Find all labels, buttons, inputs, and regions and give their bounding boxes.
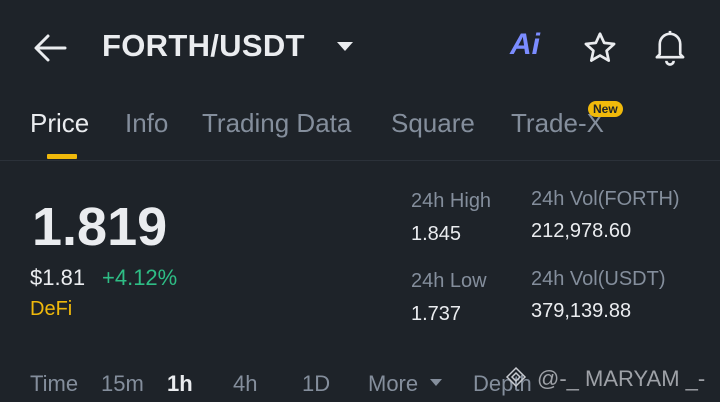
binance-logo-icon [505,366,527,388]
vol-base-label: 24h Vol(FORTH) [531,188,680,210]
dropdown-caret-icon[interactable] [337,42,353,51]
usd-price: $1.81 [30,265,86,290]
category-tag[interactable]: DeFi [30,298,72,321]
low-value: 1.737 [411,303,462,325]
high-label: 24h High [411,190,492,212]
more-caret-icon[interactable] [430,379,442,386]
active-tab-indicator [47,154,77,159]
new-badge: New [588,101,623,117]
timeframe-15m[interactable]: 15m [101,371,144,397]
pair-title[interactable]: FORTH/USDT [102,28,305,64]
vol-base-value: 212,978.60 [531,220,632,242]
timeframe-more[interactable]: More [368,371,418,397]
timeframe-1h[interactable]: 1h [167,371,193,397]
timeframe-1d[interactable]: 1D [302,371,330,397]
tab-info[interactable]: Info [125,108,168,139]
vol-quote-label: 24h Vol(USDT) [531,268,666,290]
watermark: @-_ MARYAM _- [537,366,706,391]
bell-icon[interactable] [652,28,688,66]
vol-quote-value: 379,139.88 [531,300,632,322]
ai-icon[interactable]: Ai [510,28,540,62]
star-icon[interactable] [582,30,618,66]
back-arrow-icon[interactable] [33,33,67,63]
tab-trading-data[interactable]: Trading Data [202,108,351,139]
timeframe-time[interactable]: Time [30,371,78,397]
timeframe-4h[interactable]: 4h [233,371,257,397]
tab-square[interactable]: Square [391,108,475,139]
divider [0,160,720,161]
tab-price[interactable]: Price [30,108,89,139]
change-percent: +4.12% [102,265,178,290]
low-label: 24h Low [411,270,487,292]
last-price: 1.819 [32,197,168,257]
high-value: 1.845 [411,223,462,245]
